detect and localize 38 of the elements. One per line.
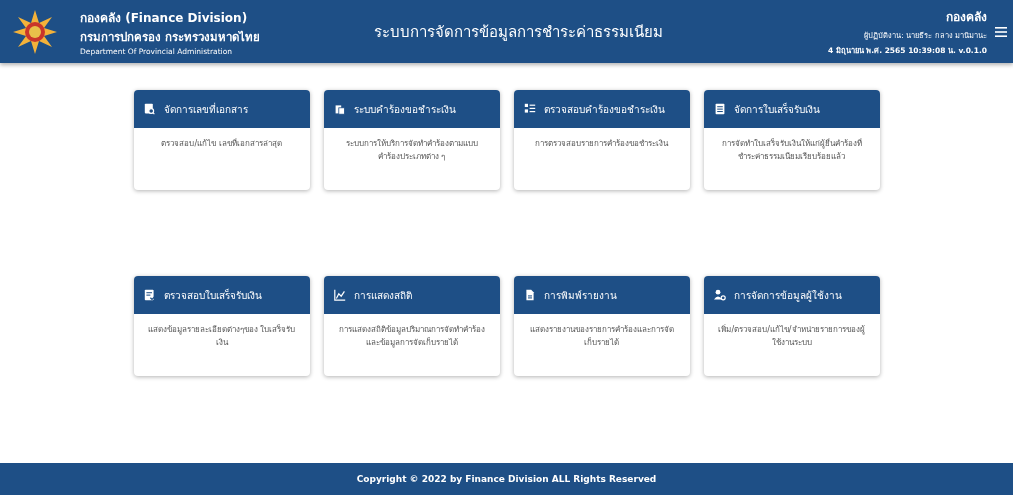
card-description: การแสดงสถิติข้อมูลปริมาณการจัดทำคำร้องและข้อมูลการจัดเก็บรายได้	[337, 324, 486, 350]
card-description: เพิ่ม/ตรวจสอบ/แก้ไข/จำหน่ายรายการของผู้ใช้งานระบบ	[717, 323, 866, 349]
menu-card[interactable]: ตรวจสอบคำร้องขอชำระเงิน การตรวจสอบรายการคำร้องขอชำระเงิน	[513, 90, 690, 190]
org-title: กองคลัง (Finance Division)	[80, 9, 249, 27]
card-title: ตรวจสอบใบเสร็จรับเงิน	[163, 287, 262, 303]
line-chart-icon	[333, 289, 346, 301]
card-title: จัดการใบเสร็จรับเงิน	[733, 101, 820, 117]
menu-card[interactable]: การแสดงสถิติ การแสดงสถิติข้อมูลปริมาณการจัดทำคำร้องและข้อมูลการจัดเก็บรายได้	[323, 276, 500, 376]
card-description: การจัดทำใบเสร็จรับเงินให้แก่ผู้ยื่นคำร้องที่ชำระค่าธรรมเนียมเรียบร้อยแล้ว	[720, 137, 863, 163]
menu-card[interactable]: การจัดการข้อมูลผู้ใช้งาน เพิ่ม/ตรวจสอบ/แก้ไข/จำหน่ายรายการของผู้ใช้งานระบบ	[703, 276, 880, 376]
card-title: ตรวจสอบคำร้องขอชำระเงิน	[543, 102, 665, 117]
card-description: ระบบการให้บริการจัดทำคำร้องตามแบบคำร้องประเภทต่าง ๆ	[344, 138, 479, 163]
menu-icon[interactable]	[995, 26, 1007, 37]
card-description: การตรวจสอบรายการคำร้องขอชำระเงิน	[534, 138, 670, 150]
document-search-icon	[143, 103, 156, 115]
file-icon	[523, 289, 536, 301]
card-description: แสดงรายงานของรายการคำร้องและการจัดเก็บรายได้	[528, 324, 675, 349]
documents-icon	[333, 103, 346, 115]
menu-card[interactable]: จัดการใบเสร็จรับเงิน การจัดทำใบเสร็จรับเงินให้แก่ผู้ยื่นคำร้องที่ชำระค่าธรรมเนียมเรียบร้อยแล้ว	[703, 90, 880, 190]
menu-card[interactable]: จัดการเลขที่เอกสาร ตรวจสอบ/แก้ไข เลขที่เอกสารล่าสุด	[133, 90, 310, 190]
card-title: การจัดการข้อมูลผู้ใช้งาน	[733, 288, 842, 303]
card-title: ระบบคำร้องขอชำระเงิน	[353, 102, 456, 117]
list-icon	[713, 103, 726, 115]
checklist-icon	[523, 103, 536, 115]
org-subtitle: กรมการปกครอง กระทรวงมหาดไทย	[80, 28, 261, 46]
card-title: จัดการเลขที่เอกสาร	[163, 101, 248, 117]
menu-card[interactable]: การพิมพ์รายงาน แสดงรายงานของรายการคำร้องและการจัดเก็บรายได้	[513, 276, 690, 376]
menu-card[interactable]: ตรวจสอบใบเสร็จรับเงิน แสดงข้อมูลรายละเอียดต่างๆของ ใบเสร็จรับเงิน	[133, 276, 310, 376]
card-title: การแสดงสถิติ	[353, 288, 412, 303]
unit-name: กองคลัง	[946, 9, 987, 26]
menu-card[interactable]: ระบบคำร้องขอชำระเงิน ระบบการให้บริการจัดทำคำร้องตามแบบคำร้องประเภทต่าง ๆ	[323, 90, 500, 190]
card-description: แสดงข้อมูลรายละเอียดต่างๆของ ใบเสร็จรับเงิน	[146, 323, 297, 349]
card-description: ตรวจสอบ/แก้ไข เลขที่เอกสารล่าสุด	[160, 137, 283, 150]
user-gear-icon	[713, 289, 726, 301]
system-title: ระบบการจัดการข้อมูลการชำระค่าธรรมเนียม	[373, 21, 664, 43]
copyright-text: Copyright © 2022 by Finance Division ALL Rights Reserved	[356, 474, 657, 484]
card-title: การพิมพ์รายงาน	[543, 288, 617, 303]
receipt-check-icon	[143, 289, 156, 301]
